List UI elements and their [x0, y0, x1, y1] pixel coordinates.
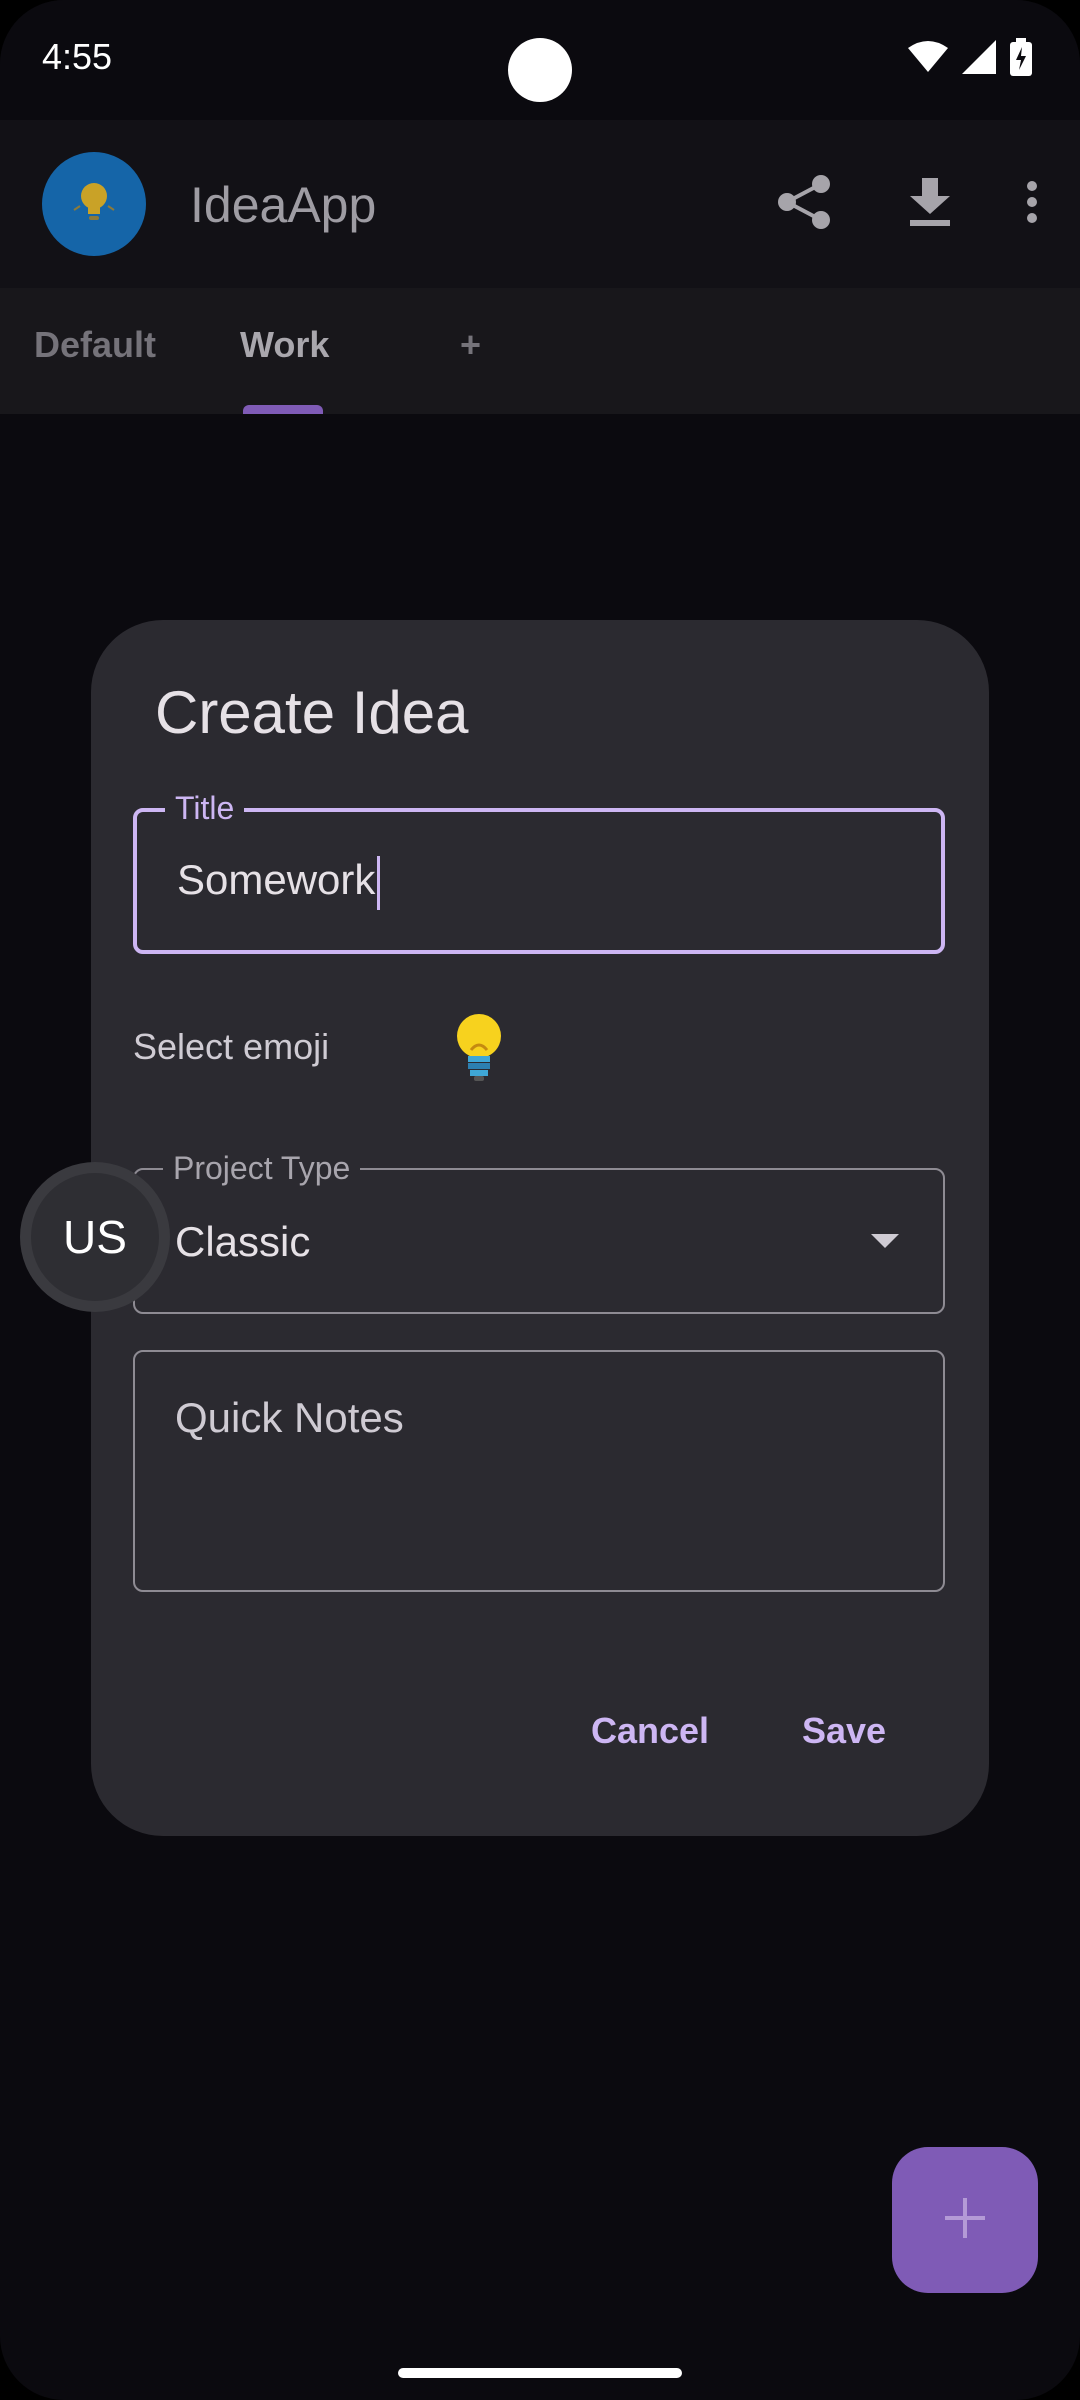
project-type-select[interactable]: Project Type Classic	[133, 1150, 945, 1314]
save-button[interactable]: Save	[802, 1710, 886, 1752]
cancel-button[interactable]: Cancel	[591, 1710, 709, 1752]
share-button[interactable]	[750, 150, 858, 258]
share-icon	[777, 174, 831, 235]
select-emoji-label: Select emoji	[133, 1026, 330, 1067]
text-cursor	[377, 856, 381, 910]
status-time: 4:55	[42, 36, 113, 77]
cellular-signal-icon	[962, 40, 996, 79]
quick-notes-field[interactable]: Quick Notes	[133, 1350, 945, 1592]
screen: 4:55 IdeaApp Default Work + Create Idea …	[0, 0, 1080, 2400]
status-icons	[908, 38, 1032, 81]
battery-charging-icon	[1010, 38, 1032, 81]
gesture-navigation-bar[interactable]	[398, 2368, 682, 2378]
chevron-down-icon	[871, 1234, 899, 1248]
tab-add[interactable]: +	[460, 324, 481, 366]
project-type-value: Classic	[175, 1218, 311, 1265]
more-vert-icon	[1026, 180, 1038, 229]
create-idea-dialog: Create Idea Title Somework Select emoji …	[91, 620, 989, 1836]
project-type-label: Project Type	[163, 1150, 361, 1187]
lightbulb-emoji-icon	[449, 1010, 509, 1087]
emoji-picker-button[interactable]	[439, 1008, 519, 1088]
download-icon	[910, 177, 950, 231]
app-logo	[42, 152, 146, 256]
dialog-title: Create Idea	[155, 679, 469, 746]
title-field-label: Title	[165, 790, 245, 827]
tab-work[interactable]: Work	[240, 324, 329, 366]
download-button[interactable]	[876, 150, 984, 258]
more-options-button[interactable]	[1002, 150, 1062, 258]
plus-icon	[945, 2197, 985, 2243]
status-bar: 4:55	[0, 0, 1080, 120]
tab-default[interactable]: Default	[34, 324, 156, 366]
app-title: IdeaApp	[190, 177, 377, 233]
tab-row: Default Work +	[0, 288, 1080, 414]
floating-language-bubble[interactable]: US	[20, 1162, 170, 1312]
app-bar-actions	[732, 150, 1062, 258]
title-field-value-wrap: Somework	[177, 856, 381, 910]
bubble-label: US	[31, 1173, 159, 1301]
quick-notes-placeholder: Quick Notes	[175, 1394, 404, 1441]
title-field[interactable]: Title Somework	[133, 790, 945, 954]
top-app-bar: IdeaApp	[0, 120, 1080, 288]
add-idea-fab[interactable]	[892, 2147, 1038, 2293]
wifi-icon	[908, 40, 948, 79]
lightbulb-icon	[68, 176, 120, 233]
title-field-value: Somework	[177, 856, 376, 904]
camera-cutout	[508, 38, 572, 102]
tab-indicator	[243, 405, 323, 414]
